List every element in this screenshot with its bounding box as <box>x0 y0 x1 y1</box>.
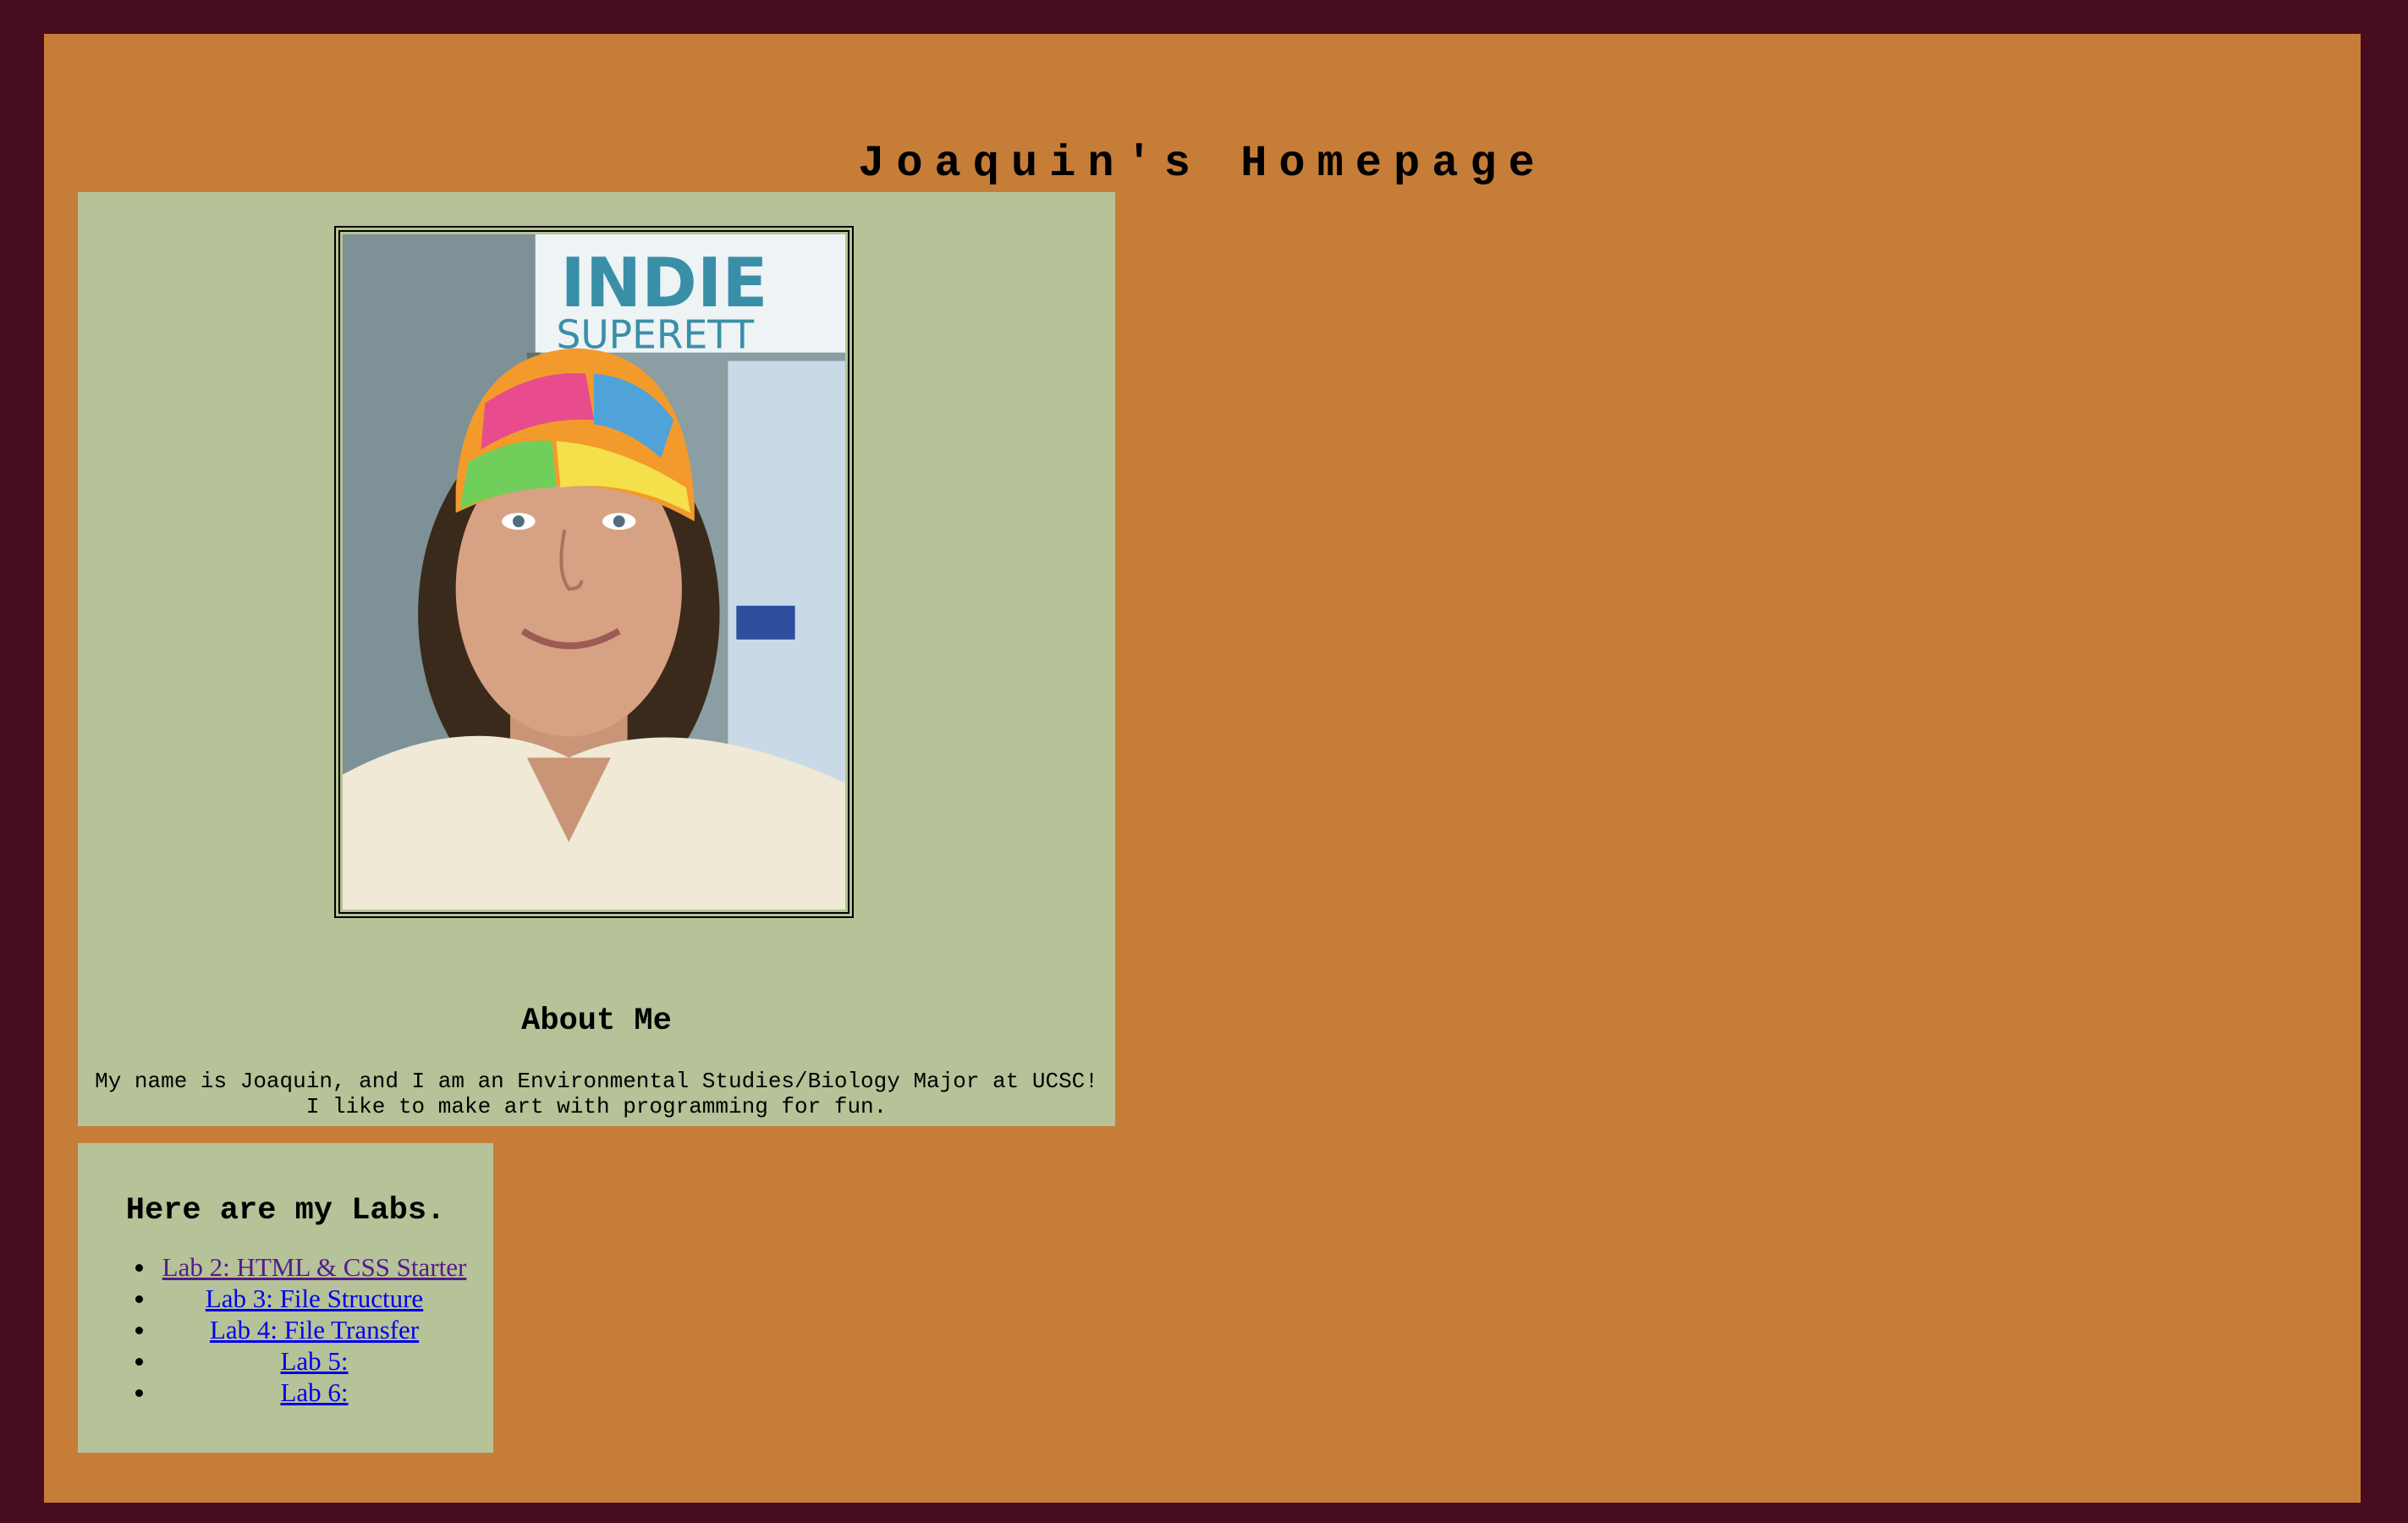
list-item: Lab 2: HTML & CSS Starter <box>78 1251 493 1283</box>
labs-heading: Here are my Labs. <box>125 1193 446 1229</box>
labs-card: Here are my Labs. Lab 2: HTML & CSS Star… <box>78 1143 493 1453</box>
lab-3-link[interactable]: Lab 3: File Structure <box>206 1284 423 1313</box>
profile-photo-frame: INDIE SUPERETT <box>334 226 854 918</box>
list-item: Lab 6: <box>78 1377 493 1408</box>
page-title: Joaquin's Homepage <box>858 139 1547 189</box>
about-text-line: My name is Joaquin, and I am an Environm… <box>95 1069 1098 1094</box>
list-item: Lab 5: <box>78 1345 493 1377</box>
labs-list: Lab 2: HTML & CSS Starter Lab 3: File St… <box>78 1251 493 1408</box>
list-item: Lab 3: File Structure <box>78 1283 493 1314</box>
lab-2-link[interactable]: Lab 2: HTML & CSS Starter <box>162 1252 467 1282</box>
profile-photo: INDIE SUPERETT <box>343 234 845 910</box>
about-card: INDIE SUPERETT About Me My name is Joaqu… <box>78 192 1115 1126</box>
page-container: Joaquin's Homepage INDIE SUPERETT About … <box>44 34 2361 1503</box>
lab-4-link[interactable]: Lab 4: File Transfer <box>210 1315 419 1344</box>
list-item: Lab 4: File Transfer <box>78 1314 493 1345</box>
about-description: My name is Joaquin, and I am an Environm… <box>78 1069 1115 1119</box>
lab-5-link[interactable]: Lab 5: <box>280 1346 348 1376</box>
svg-text:INDIE: INDIE <box>560 244 767 322</box>
lab-6-link[interactable]: Lab 6: <box>280 1377 348 1407</box>
about-text-line: I like to make art with programming for … <box>305 1094 888 1119</box>
about-heading: About Me <box>521 1003 672 1039</box>
